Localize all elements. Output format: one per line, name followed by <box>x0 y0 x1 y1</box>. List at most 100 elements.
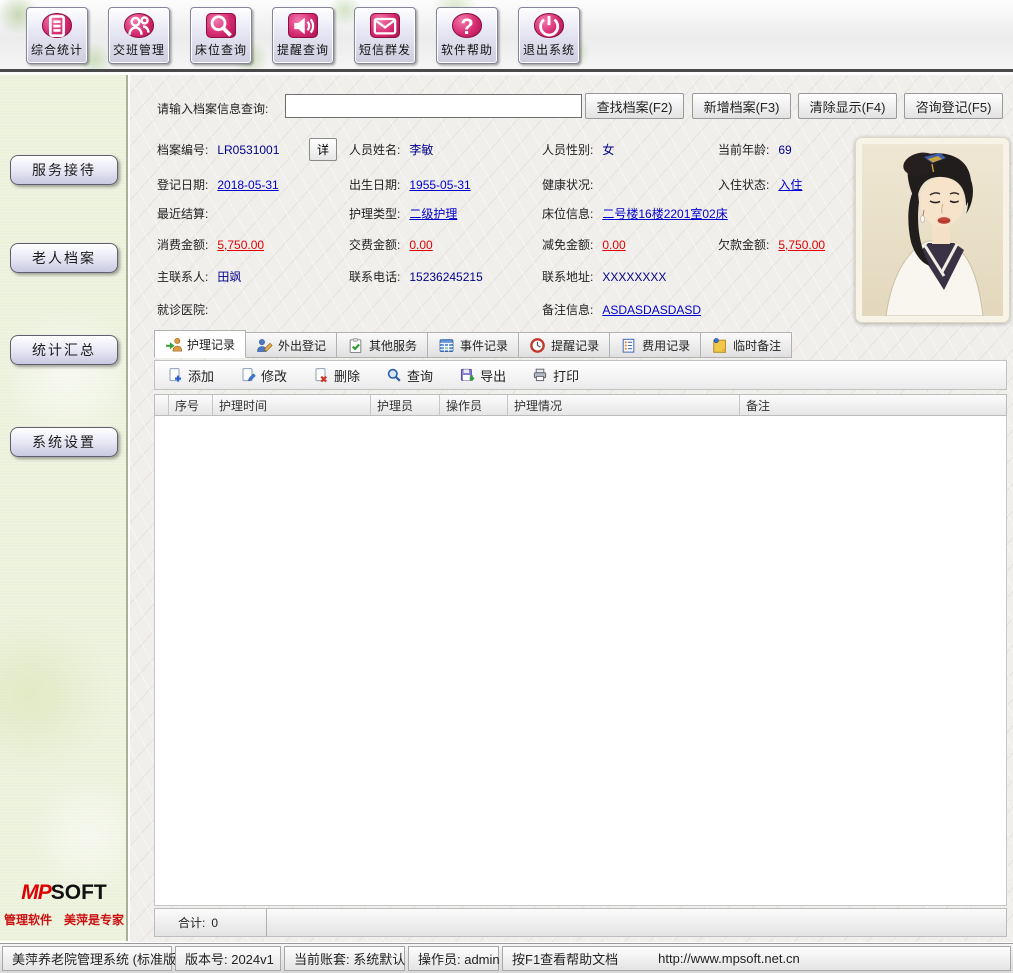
status-help-hint: 按F1查看帮助文档 <box>512 949 618 968</box>
status-bar: 美萍养老院管理系统 (标准版) 版本号: 2024v1 当前账套: 系统默认 操… <box>0 943 1013 973</box>
power-icon <box>534 13 564 38</box>
toolbar-button-shift[interactable]: 交班管理 <box>108 7 170 64</box>
live-status-link[interactable]: 入住 <box>778 176 802 193</box>
edit-button[interactable]: 修改 <box>240 366 287 385</box>
record-tabs: 护理记录 外出登记 其他服务 事件记录 提醒记录 费用记录 临时备注 <box>154 330 792 358</box>
status-app-name: 美萍养老院管理系统 (标准版) <box>2 946 172 971</box>
sticky-note-icon <box>711 337 728 354</box>
sidebar-item-service-reception[interactable]: 服务接待 <box>10 155 118 185</box>
total-label: 合计: <box>178 914 205 931</box>
envelope-icon <box>370 13 400 38</box>
profile-row-5: 主联系人:田飒 联系电话:15236245215 联系地址:XXXXXXXX <box>130 268 870 288</box>
column-header-care-detail[interactable]: 护理情况 <box>508 395 740 415</box>
column-header-operator[interactable]: 操作员 <box>440 395 508 415</box>
sidebar-item-system-settings[interactable]: 系统设置 <box>10 427 118 457</box>
paid-amount-value[interactable]: 0.00 <box>409 238 432 252</box>
register-date-link[interactable]: 2018-05-31 <box>217 178 278 192</box>
profile-row-4: 消费金额:5,750.00 交费金额:0.00 减免金额:0.00 欠款金额:5… <box>130 236 870 256</box>
birth-date-link[interactable]: 1955-05-31 <box>409 178 470 192</box>
discount-amount-label: 减免金额: <box>542 236 593 253</box>
care-type-link[interactable]: 二级护理 <box>409 205 457 222</box>
main-contact-value: 田飒 <box>217 268 241 285</box>
archive-search-input[interactable] <box>285 94 582 118</box>
debt-amount-value[interactable]: 5,750.00 <box>778 238 825 252</box>
toolbar-button-stats[interactable]: 综合统计 <box>26 7 88 64</box>
profile-row-3: 最近结算: 护理类型:二级护理 床位信息:二号楼16楼2201室02床 <box>130 205 870 225</box>
toolbar-button-label: 综合统计 <box>31 41 83 58</box>
find-archive-button[interactable]: 查找档案(F2) <box>585 93 684 119</box>
consume-amount-value[interactable]: 5,750.00 <box>217 238 264 252</box>
care-record-table-header: 序号 护理时间 护理员 操作员 护理情况 备注 <box>154 394 1007 416</box>
bed-info-label: 床位信息: <box>542 205 593 222</box>
toolbar-button-row: 综合统计 交班管理 床位查询 提醒查询 短信群发 <box>26 7 580 64</box>
note-info-link[interactable]: ASDASDASDASD <box>602 303 701 317</box>
new-archive-button[interactable]: 新增档案(F3) <box>692 93 791 119</box>
column-header-remark[interactable]: 备注 <box>740 395 1006 415</box>
clear-display-button[interactable]: 清除显示(F4) <box>798 93 897 119</box>
printer-icon <box>532 367 548 383</box>
profile-row-6: 就诊医院: 备注信息:ASDASDASDASD <box>130 301 870 321</box>
action-label: 打印 <box>553 366 579 385</box>
tab-fee-records[interactable]: 费用记录 <box>610 332 701 358</box>
profile-row-1: 档案编号:LR0531001 详 人员姓名:李敏 人员性别:女 当前年龄:69 <box>130 141 870 161</box>
age-value: 69 <box>778 143 791 157</box>
delete-icon <box>313 367 329 383</box>
tab-label: 护理记录 <box>187 336 235 353</box>
consume-amount-label: 消费金额: <box>157 236 208 253</box>
action-label: 导出 <box>480 366 506 385</box>
tab-care-records[interactable]: 护理记录 <box>154 330 246 358</box>
discount-amount-value[interactable]: 0.00 <box>602 238 625 252</box>
status-website-url[interactable]: http://www.mpsoft.net.cn <box>658 951 800 966</box>
action-label: 添加 <box>188 366 214 385</box>
toolbar-button-exit[interactable]: 退出系统 <box>518 7 580 64</box>
toolbar-button-help[interactable]: ? 软件帮助 <box>436 7 498 64</box>
add-button[interactable]: 添加 <box>167 366 214 385</box>
sidebar-item-elder-archives[interactable]: 老人档案 <box>10 243 118 273</box>
export-button[interactable]: 导出 <box>459 366 506 385</box>
toolbar-button-bed-search[interactable]: 床位查询 <box>190 7 252 64</box>
status-version: 版本号: 2024v1 <box>175 946 281 971</box>
top-toolbar: 综合统计 交班管理 床位查询 提醒查询 短信群发 <box>0 0 1013 72</box>
toolbar-button-sms[interactable]: 短信群发 <box>354 7 416 64</box>
column-header-index[interactable]: 序号 <box>169 395 213 415</box>
hospital-label: 就诊医院: <box>157 301 208 318</box>
sidebar: 服务接待 老人档案 统计汇总 系统设置 MPSOFT 管理软件 美萍是专家 <box>0 75 128 941</box>
paid-amount-label: 交费金额: <box>349 236 400 253</box>
toolbar-button-label: 床位查询 <box>195 41 247 58</box>
toolbar-button-reminder-query[interactable]: 提醒查询 <box>272 7 334 64</box>
age-label: 当前年龄: <box>718 141 769 158</box>
clipboard-check-icon <box>347 337 364 354</box>
tab-other-services[interactable]: 其他服务 <box>337 332 428 358</box>
tab-outing-register[interactable]: 外出登记 <box>246 332 337 358</box>
logo-tagline: 管理软件 美萍是专家 <box>0 911 128 928</box>
address-label: 联系地址: <box>542 268 593 285</box>
portrait-painting-image <box>862 144 1003 316</box>
bed-info-link[interactable]: 二号楼16楼2201室02床 <box>602 205 727 222</box>
sidebar-item-statistics-summary[interactable]: 统计汇总 <box>10 335 118 365</box>
tab-label: 其他服务 <box>369 337 417 354</box>
search-label: 请输入档案信息查询: <box>157 100 268 117</box>
column-header-caregiver[interactable]: 护理员 <box>371 395 440 415</box>
tab-temp-notes[interactable]: 临时备注 <box>701 332 792 358</box>
delete-button[interactable]: 删除 <box>313 366 360 385</box>
consult-register-button[interactable]: 咨询登记(F5) <box>904 93 1003 119</box>
calendar-grid-icon <box>438 337 455 354</box>
care-record-table-body[interactable] <box>154 416 1007 906</box>
toolbar-button-label: 软件帮助 <box>441 41 493 58</box>
query-button[interactable]: 查询 <box>386 366 433 385</box>
tab-reminder-records[interactable]: 提醒记录 <box>519 332 610 358</box>
detail-button[interactable]: 详 <box>309 138 337 161</box>
gender-value: 女 <box>602 141 614 158</box>
print-button[interactable]: 打印 <box>532 366 579 385</box>
tab-event-records[interactable]: 事件记录 <box>428 332 519 358</box>
mpsoft-logo: MPSOFT <box>0 881 128 905</box>
speaker-icon <box>288 13 318 38</box>
file-number-value: LR0531001 <box>217 143 279 157</box>
register-date-label: 登记日期: <box>157 176 208 193</box>
toolbar-button-label: 交班管理 <box>113 41 165 58</box>
search-icon <box>386 367 402 383</box>
clock-icon <box>529 337 546 354</box>
column-header-care-time[interactable]: 护理时间 <box>213 395 371 415</box>
status-operator: 操作员: admin <box>408 946 499 971</box>
action-label: 修改 <box>261 366 287 385</box>
